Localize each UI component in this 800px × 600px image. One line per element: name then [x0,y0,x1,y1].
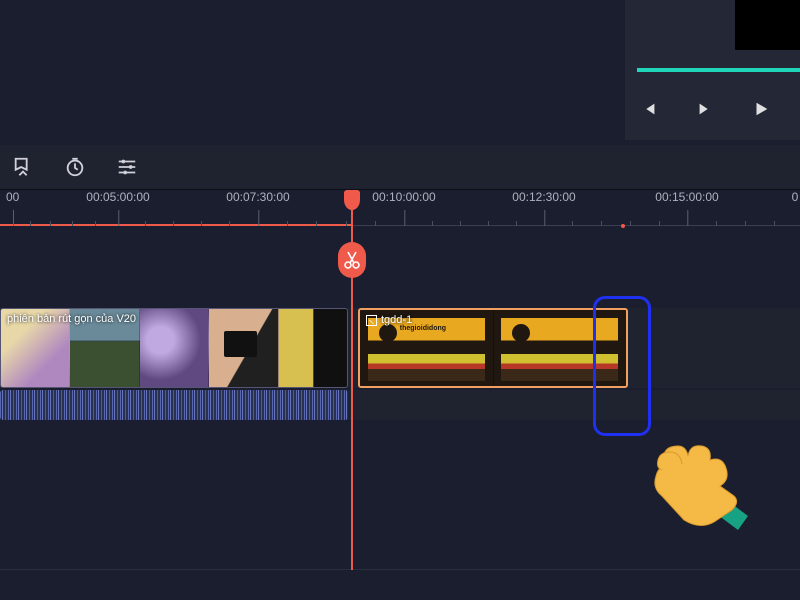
prev-frame-button[interactable] [640,100,658,118]
tutorial-pointer-hand-icon [644,430,754,545]
ruler-tick-label: 00:07:30:00 [226,190,289,204]
add-marker-button[interactable] [12,156,34,178]
audio-track-1[interactable] [0,390,800,420]
clip-label-row: tgdd-1 [366,314,412,326]
ruler-tick: 00:05:00:00 [86,190,149,204]
ruler-tick: 0 [792,190,799,204]
image-icon [366,315,377,326]
ruler-tick: 00 [6,190,19,204]
ruler-tick-label: 00:10:00:00 [372,190,435,204]
audio-clip[interactable] [0,390,348,420]
playback-controls [640,100,770,118]
ruler-tick-label: 00:15:00:00 [655,190,718,204]
next-frame-button[interactable] [696,100,714,118]
ruler-tick-label: 00 [6,190,19,204]
ruler-tick: 00:12:30:00 [512,190,575,204]
playhead-handle[interactable] [344,190,360,210]
video-track-1[interactable]: phiên bản rút gọn của V20 tgdd-1 thegioi… [0,308,800,388]
preview-viewport [735,0,800,50]
video-clip-selected[interactable]: tgdd-1 thegioididong [358,308,628,388]
ruler-tick-label: 0 [792,190,799,204]
tracks-divider [0,569,800,570]
preview-progress-bar[interactable] [637,68,800,72]
timeline-options-button[interactable] [116,156,138,178]
ruler-tick: 00:15:00:00 [655,190,718,204]
play-button[interactable] [752,100,770,118]
speed-duration-button[interactable] [64,156,86,178]
audio-waveform [0,390,348,420]
video-clip[interactable]: phiên bản rút gọn của V20 [0,308,348,388]
timeline-toolbar [0,145,800,190]
timeline-ruler[interactable]: 00 00:05:00:00 00:07:30:00 00:10:00:00 0… [0,190,800,240]
playhead[interactable] [351,192,353,570]
clip-label: tgdd-1 [381,314,412,326]
preview-panel [625,0,800,140]
ruler-tick: 00:10:00:00 [372,190,435,204]
tutorial-highlight-box [593,296,651,436]
clip-label: phiên bản rút gọn của V20 [7,313,136,325]
ruler-played-segment [0,224,352,226]
ruler-tick-label: 00:05:00:00 [86,190,149,204]
ruler-tick-label: 00:12:30:00 [512,190,575,204]
ruler-tick: 00:07:30:00 [226,190,289,204]
ruler-out-marker[interactable] [621,224,625,228]
split-scissor-button[interactable] [338,242,366,278]
